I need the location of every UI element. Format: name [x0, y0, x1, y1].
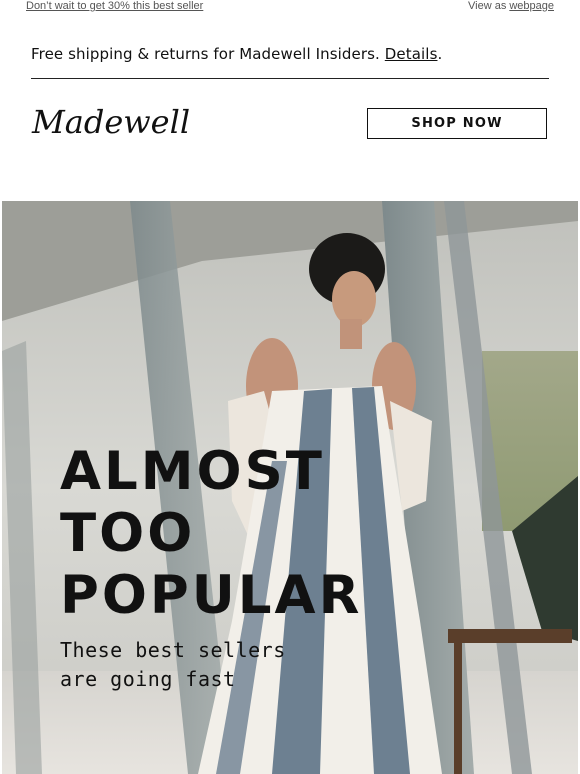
preheader: Don’t wait to get 30% this best seller V… — [0, 0, 580, 14]
shipping-suffix: . — [437, 45, 443, 63]
headline-line-3: POPULAR — [60, 565, 363, 626]
divider — [31, 78, 549, 79]
preheader-promo-link[interactable]: Don’t wait to get 30% this best seller — [26, 0, 203, 12]
view-as-label: View as — [468, 0, 507, 12]
hero-headline: ALMOST TOO POPULAR — [60, 441, 362, 627]
webpage-link[interactable]: webpage — [509, 0, 554, 12]
subhead-line-2: are going fast — [60, 667, 236, 691]
shop-now-button[interactable]: SHOP NOW — [367, 108, 547, 139]
details-link[interactable]: Details — [385, 45, 438, 63]
logo-wordmark: Madewell — [31, 103, 190, 141]
shipping-banner: Free shipping & returns for Madewell Ins… — [31, 45, 551, 63]
hero-subhead: These best sellers are going fast — [60, 636, 286, 694]
headline-line-2: TOO — [60, 503, 196, 564]
headline-line-1: ALMOST — [60, 441, 325, 502]
madewell-logo[interactable]: Madewell — [30, 103, 190, 147]
subhead-line-1: These best sellers — [60, 638, 286, 662]
shipping-text: Free shipping & returns for Madewell Ins… — [31, 45, 380, 63]
view-as-webpage: View as webpage — [468, 0, 554, 12]
